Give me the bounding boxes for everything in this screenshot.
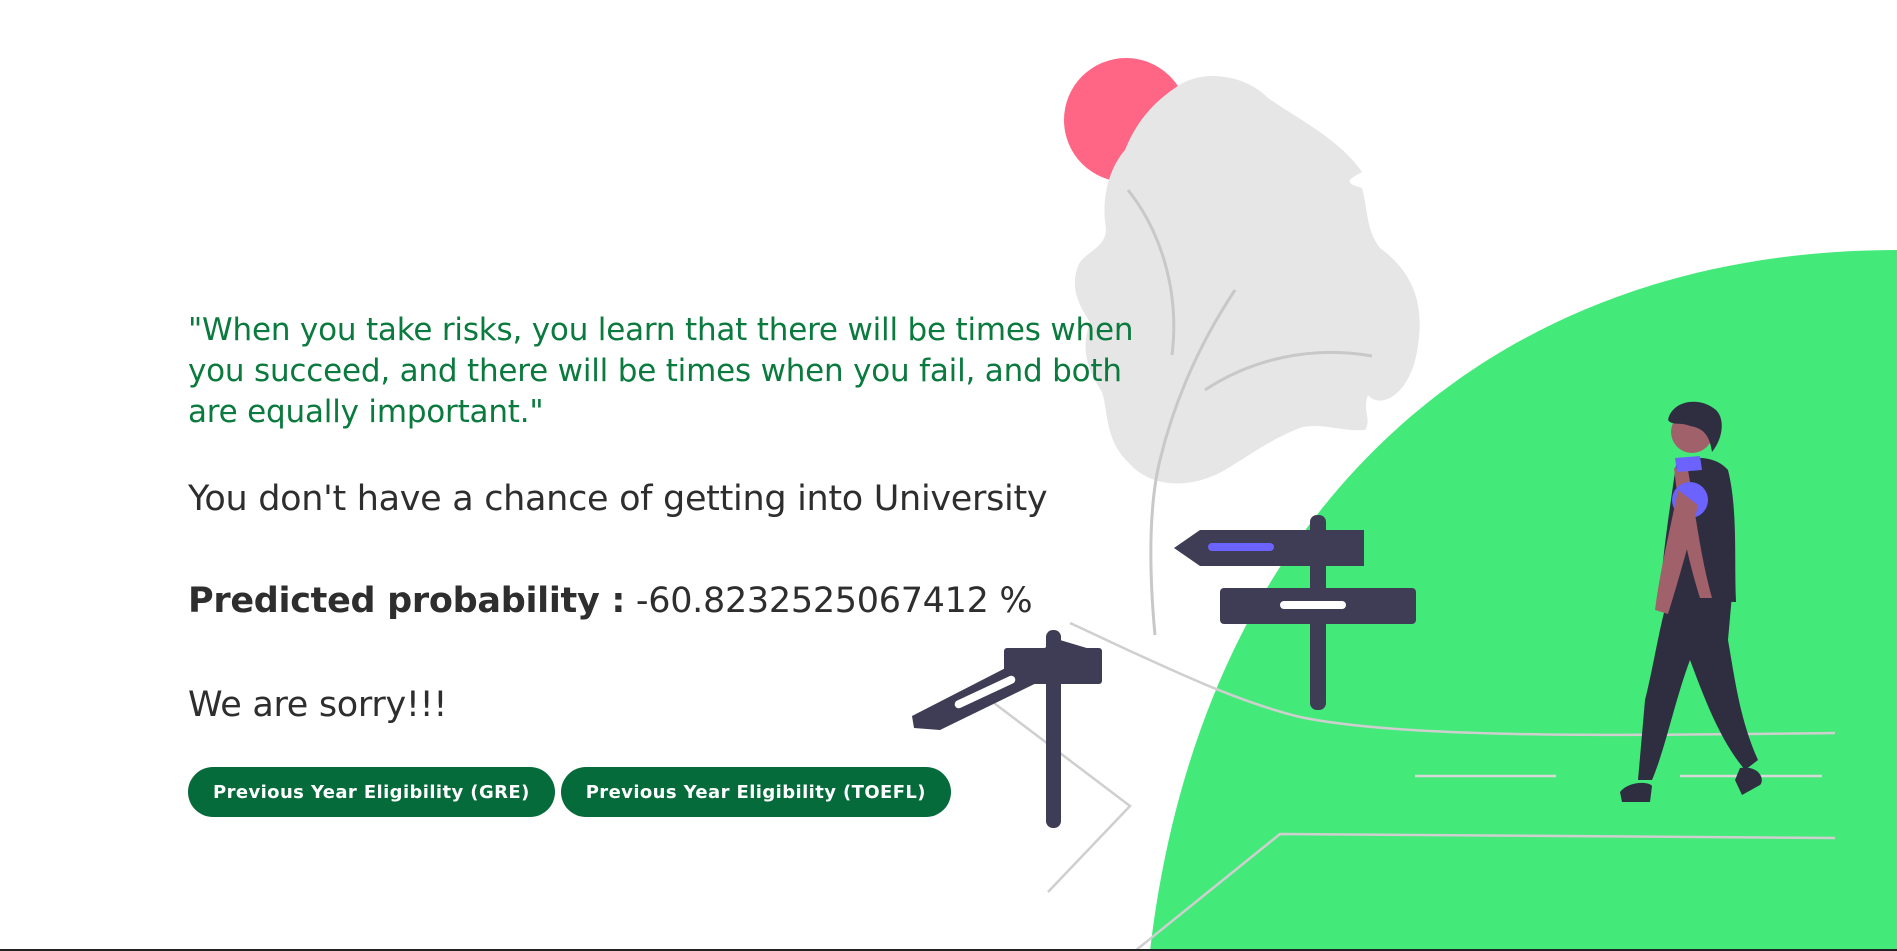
toefl-eligibility-button[interactable]: Previous Year Eligibility (TOEFL)	[560, 767, 951, 817]
gre-eligibility-button[interactable]: Previous Year Eligibility (GRE)	[188, 767, 555, 817]
probability-value: -60.8232525067412 %	[635, 581, 1033, 621]
page: "When you take risks, you learn that the…	[0, 0, 1897, 951]
probability-label: Predicted probability :	[188, 581, 626, 621]
predicted-probability: Predicted probability : -60.823252506741…	[188, 579, 1148, 623]
closing-message: We are sorry!!!	[188, 685, 448, 725]
result-panel: "When you take risks, you learn that the…	[188, 310, 1148, 817]
admission-result: You don't have a chance of getting into …	[188, 479, 1048, 519]
eligibility-buttons: Previous Year Eligibility (GRE) Previous…	[188, 767, 1148, 817]
motivational-quote: "When you take risks, you learn that the…	[188, 312, 1134, 430]
